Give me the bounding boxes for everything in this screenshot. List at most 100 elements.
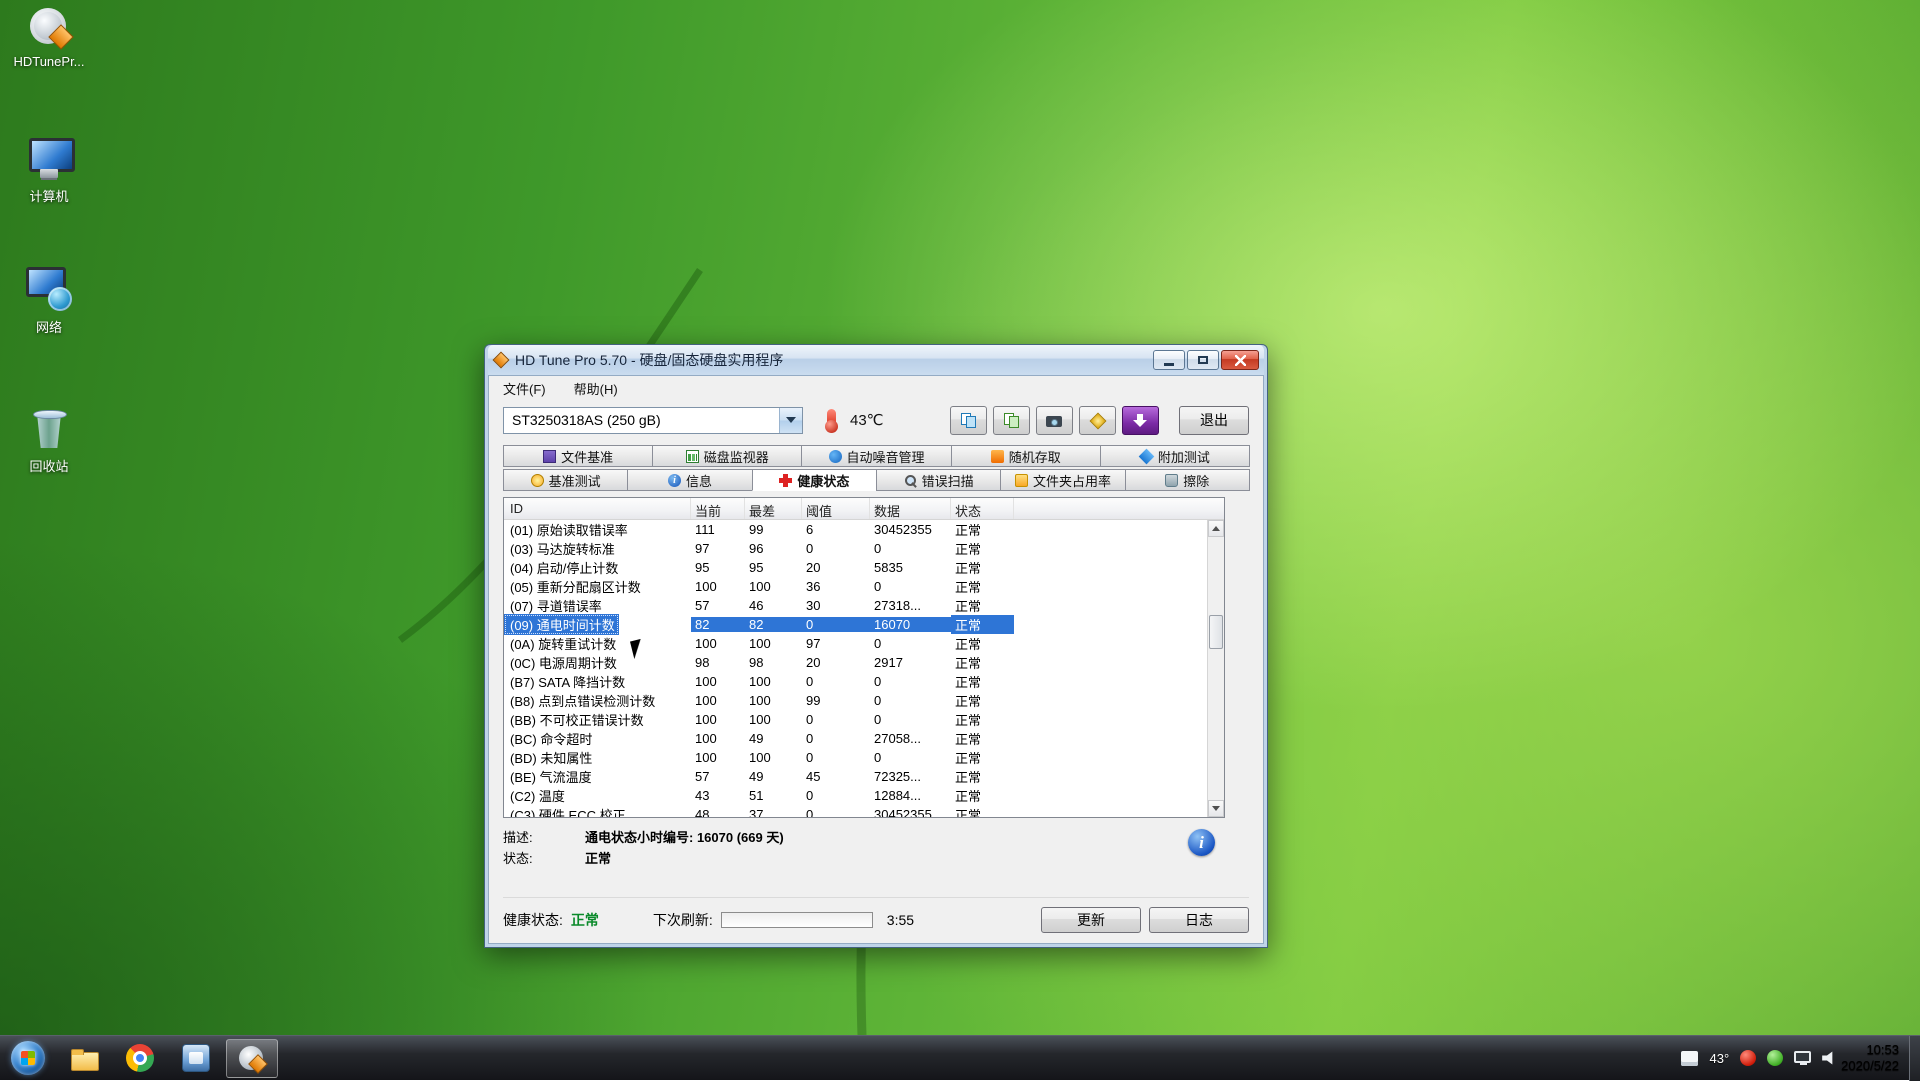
tab-icon xyxy=(531,474,544,487)
taskbar-button-icon xyxy=(70,1044,98,1072)
table-row[interactable]: (07) 寻道错误率 57 46 30 27318... 正常 xyxy=(504,596,1207,615)
taskbar: 43° 10:53 2020/5/22 xyxy=(0,1035,1920,1080)
tab-health[interactable]: 健康状态 xyxy=(752,469,877,491)
table-row[interactable]: (0A) 旋转重试计数 100 100 97 0 正常 xyxy=(504,634,1207,653)
table-row[interactable]: (C2) 温度 43 51 0 12884... 正常 xyxy=(504,786,1207,805)
tab-label: 信息 xyxy=(686,471,712,490)
table-row[interactable]: (BD) 未知属性 100 100 0 0 正常 xyxy=(504,748,1207,767)
tab-label: 错误扫描 xyxy=(922,471,974,490)
hdtune-window: HD Tune Pro 5.70 - 硬盘/固态硬盘实用程序 文件(F) 帮助(… xyxy=(484,344,1268,948)
table-row[interactable]: (03) 马达旋转标准 97 96 0 0 正常 xyxy=(504,539,1207,558)
toolbar-button-icon xyxy=(960,413,977,428)
close-button[interactable] xyxy=(1221,350,1259,370)
tab-info[interactable]: 信息 xyxy=(627,469,752,491)
tab-icon xyxy=(829,450,842,463)
clock-date: 2020/5/22 xyxy=(1841,1058,1899,1074)
menu-help[interactable]: 帮助(H) xyxy=(570,377,622,400)
scroll-down-icon[interactable] xyxy=(1208,800,1224,817)
table-row[interactable]: (B7) SATA 降挡计数 100 100 0 0 正常 xyxy=(504,672,1207,691)
table-row[interactable]: (0C) 电源周期计数 98 98 20 2917 正常 xyxy=(504,653,1207,672)
tab-aam[interactable]: 自动噪音管理 xyxy=(801,445,951,467)
toolbar-button-icon xyxy=(1046,413,1063,428)
tab-icon xyxy=(1015,474,1028,487)
column-header-id[interactable]: ID xyxy=(504,498,691,519)
antivirus-tray-icon[interactable] xyxy=(1740,1050,1756,1066)
table-row[interactable]: (01) 原始读取错误率 111 99 6 30452355 正常 xyxy=(504,520,1207,539)
screenshot-button[interactable] xyxy=(1036,406,1073,435)
table-row[interactable]: (04) 启动/停止计数 95 95 20 5835 正常 xyxy=(504,558,1207,577)
options-button[interactable] xyxy=(1079,406,1116,435)
desktop-icon-network[interactable]: 网络 xyxy=(6,263,92,336)
tab-folder-usage[interactable]: 文件夹占用率 xyxy=(1000,469,1125,491)
column-header-threshold[interactable]: 阈值 xyxy=(802,498,870,519)
drive-select[interactable]: ST3250318AS (250 gB) xyxy=(503,407,803,434)
taskbar-clock[interactable]: 10:53 2020/5/22 xyxy=(1837,1042,1909,1074)
tab-label: 随机存取 xyxy=(1009,447,1061,466)
menu-file[interactable]: 文件(F) xyxy=(499,377,550,400)
tab-error-scan[interactable]: 错误扫描 xyxy=(876,469,1001,491)
tab-erase[interactable]: 擦除 xyxy=(1125,469,1250,491)
toolbar-button-icon xyxy=(1132,413,1149,428)
desktop-icon-label: HDTunePr... xyxy=(6,54,92,69)
column-header-current[interactable]: 当前 xyxy=(691,498,745,519)
column-header-data[interactable]: 数据 xyxy=(870,498,951,519)
drive-select-value: ST3250318AS (250 gB) xyxy=(504,412,779,428)
tab-file-benchmark[interactable]: 文件基准 xyxy=(503,445,653,467)
window-titlebar[interactable]: HD Tune Pro 5.70 - 硬盘/固态硬盘实用程序 xyxy=(488,345,1264,375)
desktop-icon-image xyxy=(24,263,74,313)
update-button[interactable]: 更新 xyxy=(1041,907,1141,933)
taskbar-hdtune-button[interactable] xyxy=(226,1039,278,1078)
display-tray-icon[interactable] xyxy=(1794,1053,1811,1063)
tray-icon xyxy=(1794,1051,1811,1063)
tab-benchmark[interactable]: 基准测试 xyxy=(503,469,628,491)
windows-logo-icon xyxy=(11,1041,45,1075)
volume-icon[interactable] xyxy=(1822,1051,1837,1065)
copy-image-button[interactable] xyxy=(993,406,1030,435)
info-icon[interactable] xyxy=(1188,829,1215,856)
tab-label: 基准测试 xyxy=(549,471,601,490)
exit-button[interactable]: 退出 xyxy=(1179,406,1249,435)
column-header-status[interactable]: 状态 xyxy=(951,498,1014,519)
tray-icon xyxy=(1767,1050,1783,1066)
description-value: 通电状态小时编号: 16070 (669 天) xyxy=(585,827,784,846)
minimize-icon xyxy=(1164,363,1174,366)
table-row[interactable]: (05) 重新分配扇区计数 100 100 36 0 正常 xyxy=(504,577,1207,596)
update-download-button[interactable] xyxy=(1122,406,1159,435)
table-row[interactable]: (C3) 硬件 ECC 校正 48 37 0 30452355 正常 xyxy=(504,805,1207,817)
maximize-button[interactable] xyxy=(1187,350,1219,370)
column-header-worst[interactable]: 最差 xyxy=(745,498,802,519)
smart-table: ID 当前 最差 阈值 数据 状态 (01) 原始读取错误率 111 99 6 xyxy=(503,497,1225,818)
desktop-icon-hdtune[interactable]: HDTunePr... xyxy=(6,0,92,69)
table-row[interactable]: (BB) 不可校正错误计数 100 100 0 0 正常 xyxy=(504,710,1207,729)
vertical-scrollbar[interactable] xyxy=(1207,520,1224,817)
clock-time: 10:53 xyxy=(1841,1042,1899,1058)
scroll-up-icon[interactable] xyxy=(1208,520,1224,537)
table-row[interactable]: (BE) 气流温度 57 49 45 72325... 正常 xyxy=(504,767,1207,786)
taskbar-app-button[interactable] xyxy=(170,1039,222,1078)
scrollbar-thumb[interactable] xyxy=(1209,615,1223,649)
tab-random-access[interactable]: 随机存取 xyxy=(951,445,1101,467)
safety-tray-icon[interactable] xyxy=(1767,1050,1783,1066)
table-row[interactable]: (BC) 命令超时 100 49 0 27058... 正常 xyxy=(504,729,1207,748)
log-button[interactable]: 日志 xyxy=(1149,907,1249,933)
health-status-badge: 正常 xyxy=(571,910,599,930)
tab-row-2: 基准测试 信息 健康状态 错误扫描 xyxy=(489,469,1263,491)
taskbar-explorer-button[interactable] xyxy=(58,1039,110,1078)
tray-temperature[interactable]: 43° xyxy=(1709,1051,1729,1066)
chevron-down-icon[interactable] xyxy=(779,408,802,433)
taskbar-buttons xyxy=(56,1036,280,1081)
start-button[interactable] xyxy=(0,1036,56,1081)
menu-bar: 文件(F) 帮助(H) xyxy=(489,376,1263,401)
copy-text-button[interactable] xyxy=(950,406,987,435)
tab-disk-monitor[interactable]: 磁盘监视器 xyxy=(652,445,802,467)
input-indicator-icon[interactable] xyxy=(1681,1051,1698,1066)
desktop-icon-computer[interactable]: 计算机 xyxy=(6,132,92,205)
refresh-countdown: 3:55 xyxy=(887,912,914,928)
tab-extra-tests[interactable]: 附加测试 xyxy=(1100,445,1250,467)
taskbar-chrome-button[interactable] xyxy=(114,1039,166,1078)
desktop-icon-recycle-bin[interactable]: 回收站 xyxy=(6,402,92,475)
table-row[interactable]: (09) 通电时间计数 82 82 0 16070 正常 xyxy=(504,615,1207,634)
show-desktop-button[interactable] xyxy=(1909,1036,1920,1081)
minimize-button[interactable] xyxy=(1153,350,1185,370)
table-row[interactable]: (B8) 点到点错误检测计数 100 100 99 0 正常 xyxy=(504,691,1207,710)
